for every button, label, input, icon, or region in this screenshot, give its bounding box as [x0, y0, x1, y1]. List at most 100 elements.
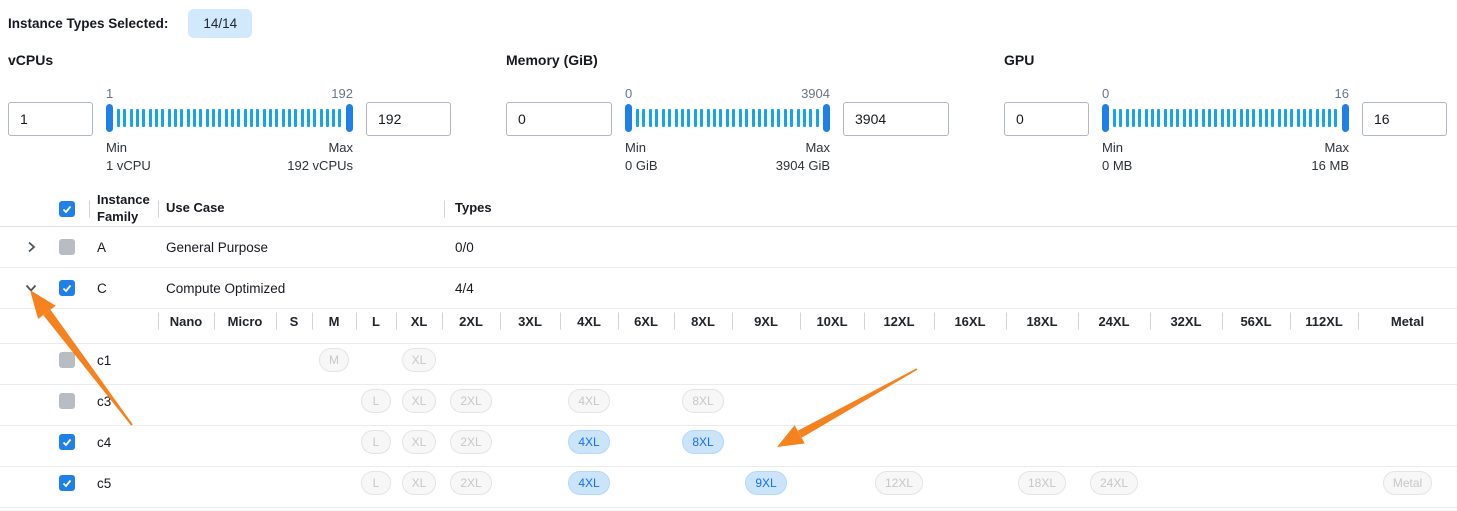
vcpus-max-input[interactable]: [366, 102, 451, 136]
filter-vcpus-title: vCPUs: [8, 52, 451, 68]
memory-min-caption: Min0 GiB: [625, 139, 658, 175]
gpu-slider-min-handle[interactable]: [1102, 104, 1109, 132]
group-row-c: C Compute Optimized 4/4: [0, 268, 1457, 309]
size-column-header-3xl: 3XL: [500, 309, 560, 334]
group-a-types: 0/0: [444, 240, 1457, 255]
size-pill-c3-2xl: 2XL: [450, 389, 491, 413]
vcpus-min-caption: Min1 vCPU: [106, 139, 151, 175]
size-column-header-micro: Micro: [214, 309, 276, 334]
group-c-collapse-toggle[interactable]: [16, 281, 45, 295]
size-pill-c4-l: L: [361, 430, 391, 454]
memory-range-labels: 0 3904: [625, 86, 830, 102]
instance-rows: c1MXLc3LXL2XL4XL8XLc4LXL2XL4XL8XLc5LXL2X…: [0, 344, 1457, 508]
gpu-range-min-label: 0: [1102, 86, 1109, 102]
gpu-min-caption: Min0 MB: [1102, 139, 1132, 175]
slider-ticks: [117, 109, 342, 127]
size-column-header-56xl: 56XL: [1222, 309, 1290, 334]
check-icon: [61, 477, 73, 489]
instance-row-c5: c5LXL2XL4XL9XL12XL18XL24XLMetal: [0, 467, 1457, 508]
group-a-use-case: General Purpose: [158, 240, 444, 255]
vcpus-slider[interactable]: [106, 104, 353, 132]
size-column-header-nano: Nano: [158, 309, 214, 334]
memory-range-max-label: 3904: [801, 86, 830, 102]
size-column-header-18xl: 18XL: [1006, 309, 1078, 334]
check-icon: [61, 282, 73, 294]
size-pill-c5-metal: Metal: [1383, 471, 1432, 495]
vcpus-min-input[interactable]: [8, 102, 93, 136]
size-pill-c5-9xl[interactable]: 9XL: [745, 471, 786, 495]
size-pill-c3-xl: XL: [402, 389, 437, 413]
memory-slider-min-handle[interactable]: [625, 104, 632, 132]
size-column-header-10xl: 10XL: [800, 309, 864, 334]
gpu-min-input[interactable]: [1004, 102, 1089, 136]
size-column-header-8xl: 8XL: [674, 309, 732, 334]
memory-slider[interactable]: [625, 104, 830, 132]
memory-min-input[interactable]: [506, 102, 612, 136]
size-column-header-6xl: 6XL: [618, 309, 674, 334]
vcpus-range-labels: 1 192: [106, 86, 353, 102]
column-header-instance-family: Instance Family: [89, 192, 158, 225]
size-pill-c5-4xl[interactable]: 4XL: [568, 471, 609, 495]
group-c-family: C: [89, 281, 158, 296]
instance-row-c3: c3 L XL 2XL 4XL 8XL: [0, 385, 1457, 426]
gpu-slider-max-handle[interactable]: [1342, 104, 1349, 132]
size-pill-c5-24xl: 24XL: [1090, 471, 1138, 495]
size-pill-c4-4xl[interactable]: 4XL: [568, 430, 609, 454]
instance-name-c3: c3: [89, 394, 158, 409]
group-a-expand-toggle[interactable]: [16, 240, 45, 254]
instance-name-c5: c5: [89, 476, 158, 491]
selected-summary-label: Instance Types Selected:: [8, 16, 168, 31]
group-a-checkbox: [59, 239, 75, 255]
group-c-checkbox[interactable]: [59, 280, 75, 296]
size-pill-c1-m: M: [319, 348, 349, 372]
size-pill-c5-18xl: 18XL: [1018, 471, 1066, 495]
memory-max-input[interactable]: [843, 102, 949, 136]
group-a-family: A: [89, 240, 158, 255]
memory-max-caption: Max3904 GiB: [776, 139, 830, 175]
size-header-row: NanoMicroSMLXL2XL3XL4XL6XL8XL9XL10XL12XL…: [0, 309, 1457, 344]
gpu-range-max-label: 16: [1335, 86, 1349, 102]
memory-slider-max-handle[interactable]: [823, 104, 830, 132]
size-column-header-metal: Metal: [1358, 309, 1457, 334]
row-checkbox-c1: [59, 352, 75, 368]
size-column-header-9xl: 9XL: [732, 309, 800, 334]
vcpus-slider-max-handle[interactable]: [346, 104, 353, 132]
group-c-use-case: Compute Optimized: [158, 281, 444, 296]
size-column-header-2xl: 2XL: [442, 309, 500, 334]
size-column-header-s: S: [276, 309, 312, 334]
size-pill-c3-l: L: [361, 389, 391, 413]
row-checkbox-c5[interactable]: [59, 475, 75, 491]
select-all-checkbox[interactable]: [59, 201, 75, 217]
selected-summary: Instance Types Selected: 14/14: [0, 0, 1457, 38]
size-column-header-m: M: [312, 309, 356, 334]
group-c-types: 4/4: [444, 281, 1457, 296]
row-checkbox-c4[interactable]: [59, 434, 75, 450]
gpu-max-caption: Max16 MB: [1311, 139, 1349, 175]
check-icon: [61, 203, 73, 215]
filter-memory-title: Memory (GiB): [506, 52, 949, 68]
group-row-a: A General Purpose 0/0: [0, 227, 1457, 268]
gpu-max-input[interactable]: [1362, 102, 1447, 136]
size-pill-c5-xl: XL: [402, 471, 437, 495]
instance-family-table: Instance Family Use Case Types A General…: [0, 191, 1457, 508]
check-icon: [61, 436, 73, 448]
size-pill-c3-8xl: 8XL: [682, 389, 723, 413]
vcpus-range-min-label: 1: [106, 86, 113, 102]
selected-count-badge: 14/14: [188, 9, 252, 38]
gpu-slider[interactable]: [1102, 104, 1349, 132]
size-pill-c1-xl: XL: [402, 348, 437, 372]
size-pill-c4-xl: XL: [402, 430, 437, 454]
slider-ticks: [1113, 109, 1338, 127]
vcpus-max-caption: Max192 vCPUs: [287, 139, 353, 175]
size-pill-c3-4xl: 4XL: [568, 389, 609, 413]
size-pill-c5-2xl: 2XL: [450, 471, 491, 495]
vcpus-slider-min-handle[interactable]: [106, 104, 113, 132]
size-column-header-l: L: [356, 309, 396, 334]
row-checkbox-c3: [59, 393, 75, 409]
chevron-right-icon: [24, 240, 38, 254]
gpu-range-labels: 0 16: [1102, 86, 1349, 102]
size-column-header-16xl: 16XL: [934, 309, 1006, 334]
table-header-row: Instance Family Use Case Types: [0, 191, 1457, 227]
size-pill-c4-8xl[interactable]: 8XL: [682, 430, 723, 454]
size-column-header-xl: XL: [396, 309, 442, 334]
